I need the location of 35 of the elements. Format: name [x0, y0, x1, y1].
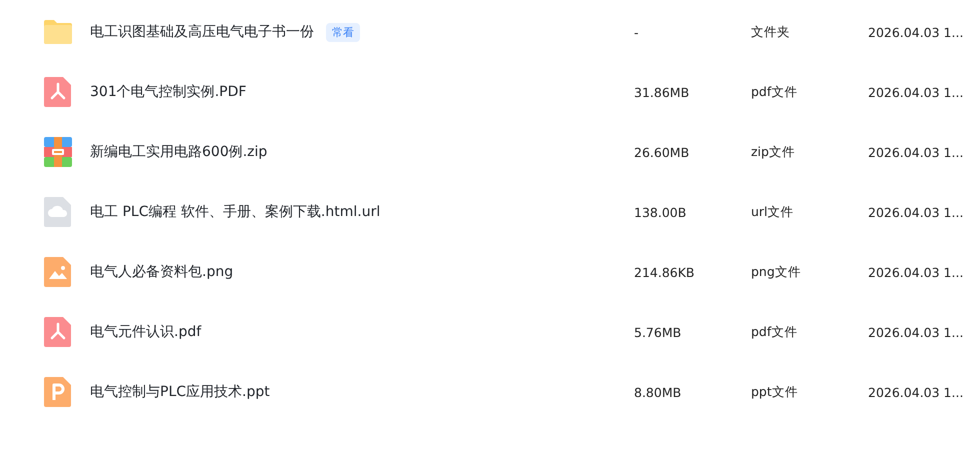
file-size: 31.86MB [634, 84, 690, 100]
file-type: ppt文件 [751, 384, 799, 400]
file-type: pdf文件 [751, 84, 798, 100]
frequent-tag: 常看 [326, 22, 360, 42]
file-type: 文件夹 [751, 24, 791, 40]
file-name[interactable]: 新编电工实用电路600例.zip [90, 143, 268, 161]
file-name[interactable]: 301个电气控制实例.PDF [90, 83, 246, 101]
file-size: 8.80MB [634, 384, 682, 400]
file-size: - [634, 24, 640, 40]
modified-date: 2026.04.03 1... [868, 324, 964, 340]
file-size: 26.60MB [634, 144, 690, 160]
archive-file-icon [43, 136, 73, 168]
file-type: zip文件 [751, 144, 796, 160]
file-type: url文件 [751, 204, 795, 220]
file-type: pdf文件 [751, 324, 798, 340]
presentation-file-icon [43, 376, 73, 408]
file-name[interactable]: 电工识图基础及高压电气电子书一份 [90, 23, 314, 41]
file-name[interactable]: 电气元件认识.pdf [90, 323, 202, 341]
file-size: 214.86KB [634, 264, 696, 280]
file-name[interactable]: 电气人必备资料包.png [90, 263, 234, 281]
cloud-file-icon [43, 196, 73, 228]
file-type: png文件 [751, 264, 802, 280]
file-name[interactable]: 电工 PLC编程 软件、手册、案例下载.html.url [90, 203, 380, 221]
file-size: 138.00B [634, 204, 688, 220]
modified-date: 2026.04.03 1... [868, 84, 964, 100]
pdf-file-icon [43, 316, 73, 348]
modified-date: 2026.04.03 1... [868, 384, 964, 400]
file-name[interactable]: 电气控制与PLC应用技术.ppt [90, 383, 270, 401]
modified-date: 2026.04.03 1... [868, 204, 964, 220]
modified-date: 2026.04.03 1... [868, 144, 964, 160]
image-file-icon [43, 256, 73, 288]
modified-date: 2026.04.03 1... [868, 24, 964, 40]
file-size: 5.76MB [634, 324, 682, 340]
pdf-file-icon [43, 76, 73, 108]
modified-date: 2026.04.03 1... [868, 264, 964, 280]
